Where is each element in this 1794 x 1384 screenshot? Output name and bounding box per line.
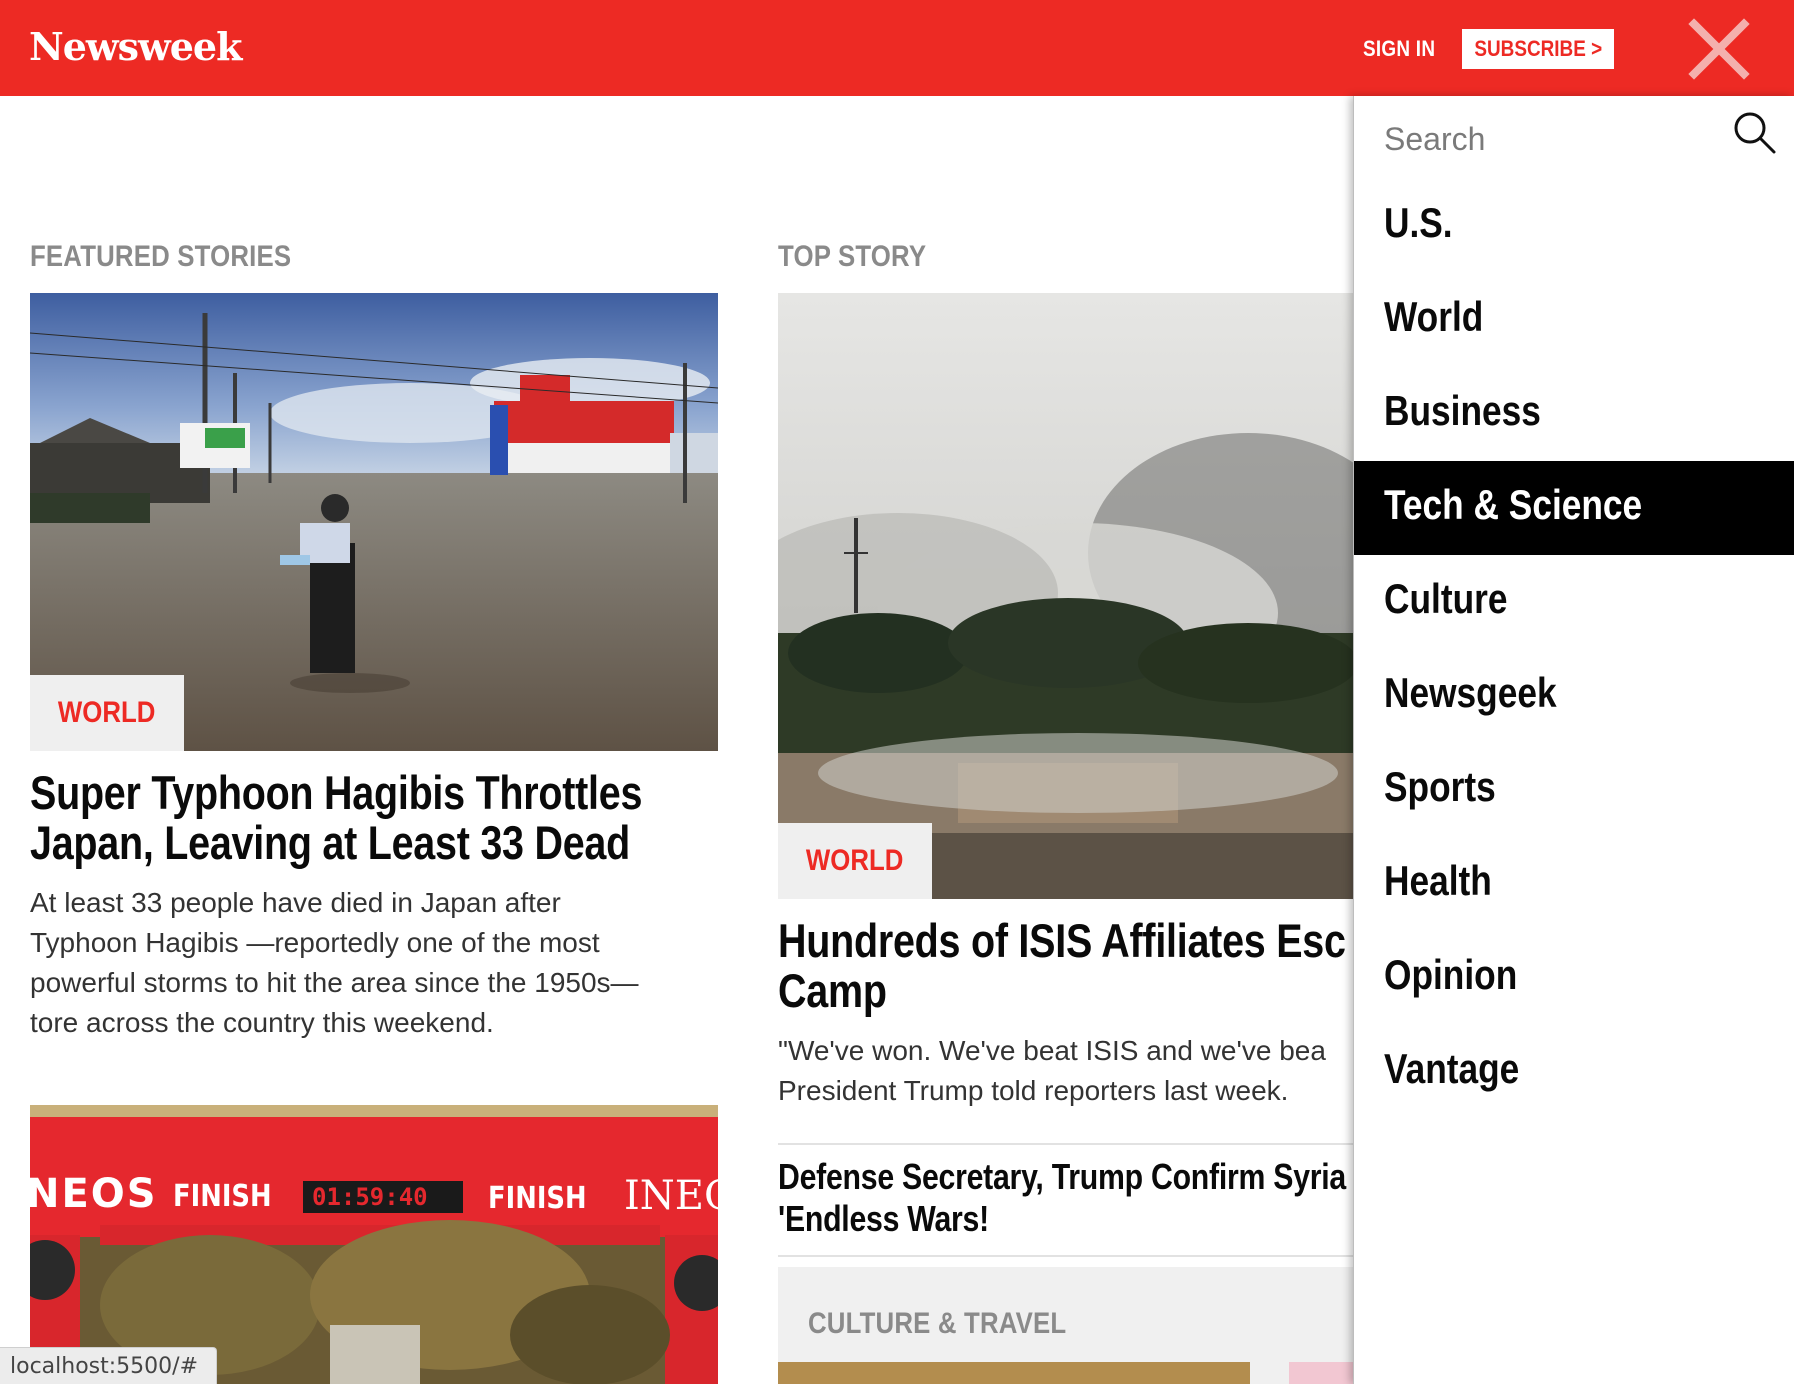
featured-story-summary: At least 33 people have died in Japan af… [30, 883, 730, 1043]
featured-stories-heading: FEATURED STORIES [30, 240, 292, 273]
banner-text: FINISH [173, 1179, 272, 1214]
subscribe-button-label: SUBSCRIBE > [1474, 36, 1602, 61]
headline-line-2: Camp [778, 964, 887, 1017]
close-menu-icon[interactable] [1688, 18, 1750, 80]
menu-item-opinion[interactable]: Opinion [1354, 931, 1794, 1025]
top-story-headline[interactable]: Hundreds of ISIS Affiliates Esc Camp [778, 916, 1346, 1016]
menu-item-label: Vantage [1384, 1045, 1520, 1092]
menu-item-culture[interactable]: Culture [1354, 555, 1794, 649]
menu-item-label: Opinion [1384, 951, 1518, 998]
story-category-label: WORLD [58, 696, 156, 729]
related-story-headline[interactable]: Defense Secretary, Trump Confirm Syria '… [778, 1156, 1346, 1240]
headline-line-1: Super Typhoon Hagibis Throttles [30, 766, 643, 819]
race-clock: 01:59:40 [312, 1183, 428, 1211]
summary-line: powerful storms to hit the area since th… [30, 967, 639, 998]
summary-line: Typhoon Hagibis —reportedly one of the m… [30, 927, 600, 958]
menu-item-label: Tech & Science [1384, 481, 1643, 528]
newsweek-logo[interactable]: Newsweek [29, 24, 242, 69]
menu-item-label: Business [1384, 387, 1541, 434]
subscribe-button[interactable]: SUBSCRIBE > [1462, 29, 1614, 69]
menu-item-world[interactable]: World [1354, 273, 1794, 367]
story-category-tag[interactable]: WORLD [778, 823, 932, 899]
menu-item-label: Health [1384, 857, 1492, 904]
story-category-tag[interactable]: WORLD [30, 675, 184, 751]
headline-line-1: Defense Secretary, Trump Confirm Syria [778, 1156, 1346, 1197]
story-category-label: WORLD [806, 844, 904, 877]
headline-line-1: Hundreds of ISIS Affiliates Esc [778, 914, 1346, 967]
summary-line: President Trump told reporters last week… [778, 1075, 1289, 1106]
menu-item-label: Newsgeek [1384, 669, 1557, 716]
banner-text: FINISH [488, 1181, 587, 1216]
banner-text: INEO [624, 1173, 718, 1219]
sign-in-link[interactable]: SIGN IN [1363, 36, 1435, 62]
headline-line-2: Japan, Leaving at Least 33 Dead [30, 816, 630, 869]
menu-item-us[interactable]: U.S. [1354, 179, 1794, 273]
culture-story-thumbnail[interactable] [778, 1362, 1250, 1384]
banner-text: NEOS [30, 1171, 158, 1217]
finish-banner: NEOS FINISH 01:59:40 FINISH INEO [30, 1171, 718, 1221]
summary-line: tore across the country this weekend. [30, 1007, 494, 1038]
search-icon[interactable] [1732, 110, 1778, 156]
search-input[interactable] [1384, 116, 1714, 162]
typhoon-flood-photo[interactable]: WORLD [30, 293, 718, 751]
top-story-summary: "We've won. We've beat ISIS and we've be… [778, 1031, 1326, 1111]
menu-item-vantage[interactable]: Vantage [1354, 1025, 1794, 1119]
menu-item-sports[interactable]: Sports [1354, 743, 1794, 837]
menu-item-tech-science[interactable]: Tech & Science [1354, 461, 1794, 555]
menu-item-label: Sports [1384, 763, 1496, 810]
summary-line: At least 33 people have died in Japan af… [30, 887, 561, 918]
menu-item-label: Culture [1384, 575, 1508, 622]
menu-item-label: U.S. [1384, 199, 1453, 246]
culture-travel-section: CULTURE & TRAVEL [778, 1267, 1353, 1384]
menu-item-label: World [1384, 293, 1484, 340]
menu-item-business[interactable]: Business [1354, 367, 1794, 461]
syria-smoke-photo[interactable]: WORLD [778, 293, 1353, 899]
marathon-finish-photo[interactable]: NEOS FINISH 01:59:40 FINISH INEO [30, 1105, 718, 1384]
menu-item-health[interactable]: Health [1354, 837, 1794, 931]
featured-story-headline[interactable]: Super Typhoon Hagibis Throttles Japan, L… [30, 768, 642, 868]
divider [778, 1255, 1353, 1257]
culture-story-thumbnail[interactable] [1289, 1362, 1353, 1384]
divider [778, 1143, 1353, 1145]
menu-item-newsgeek[interactable]: Newsgeek [1354, 649, 1794, 743]
navigation-drawer: U.S. World Business Tech & Science Cultu… [1353, 96, 1794, 1384]
link-preview-status: localhost:5500/# [0, 1347, 217, 1384]
top-navigation-bar: Newsweek SIGN IN SUBSCRIBE > [0, 0, 1794, 96]
summary-line: "We've won. We've beat ISIS and we've be… [778, 1035, 1326, 1066]
culture-travel-heading: CULTURE & TRAVEL [808, 1307, 1067, 1340]
top-story-heading: TOP STORY [778, 240, 927, 273]
headline-line-2: 'Endless Wars! [778, 1198, 989, 1239]
